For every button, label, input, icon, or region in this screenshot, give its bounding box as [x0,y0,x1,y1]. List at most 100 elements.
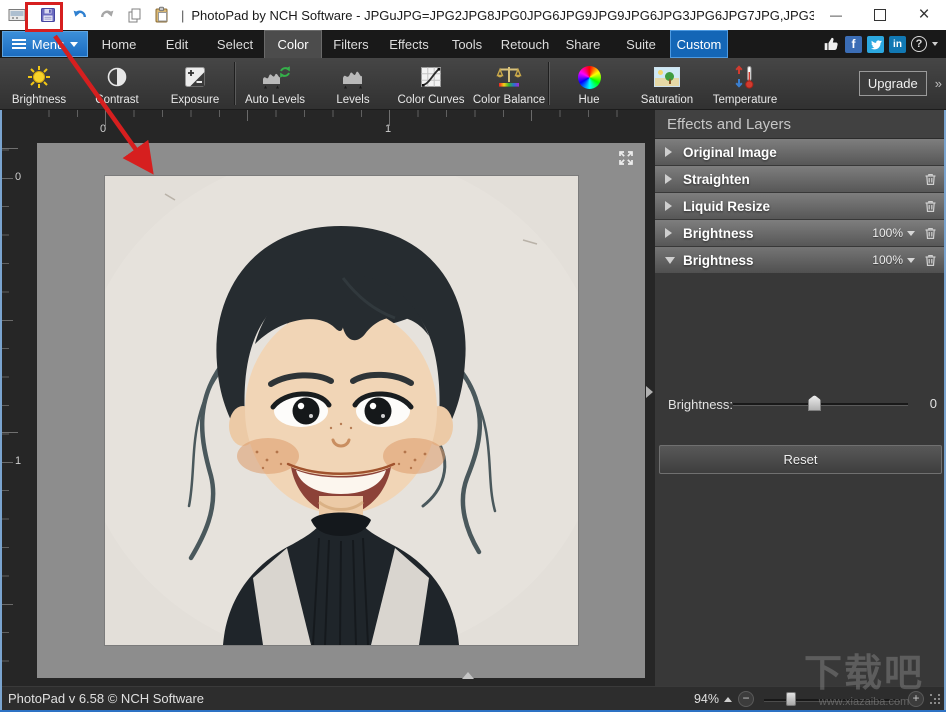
chevron-right-icon[interactable] [665,174,672,184]
chevron-down-icon[interactable] [907,231,915,236]
undo-icon[interactable] [69,4,91,26]
trash-icon[interactable] [923,253,938,268]
trash-icon[interactable] [923,172,938,187]
redo-icon[interactable] [96,4,118,26]
help-icon[interactable] [911,36,927,52]
tab-color[interactable]: Color [264,30,322,58]
auto-levels-tool[interactable]: Auto Levels [236,58,314,109]
layer-opacity-value[interactable]: 100% [872,226,903,240]
help-chevron-icon[interactable] [932,42,938,46]
contrast-tool[interactable]: Contrast [78,58,156,109]
maximize-button[interactable] [858,0,902,30]
zoom-level[interactable]: 94% [683,692,719,706]
brightness-slider-label: Brightness: [668,397,733,412]
temperature-tool[interactable]: Temperature [706,58,784,109]
titlebar: PhotoPad by NCH Software - JPGuJPG=JPG2J… [0,0,946,30]
tab-retouch[interactable]: Retouch [496,30,554,58]
copy-icon[interactable] [123,4,145,26]
saturation-tool[interactable]: Saturation [628,58,706,109]
zoom-in-button[interactable] [908,691,924,707]
layer-label: Liquid Resize [683,199,923,214]
fit-to-screen-icon[interactable] [617,149,635,167]
chevron-right-icon[interactable] [665,201,672,211]
saturation-icon [654,63,680,91]
tab-suite[interactable]: Suite [612,30,670,58]
layer-row-liquid-resize[interactable]: Liquid Resize [655,193,946,219]
menu-button[interactable]: Menu [2,31,88,57]
levels-icon [339,63,367,91]
tab-tools[interactable]: Tools [438,30,496,58]
ruler-horizontal: 0 1 [28,110,645,140]
brightness-tool[interactable]: Brightness [0,58,78,109]
app-icon [6,4,28,26]
trash-icon[interactable] [923,199,938,214]
window-title: PhotoPad by NCH Software - JPGuJPG=JPG2J… [191,8,814,23]
tab-home[interactable]: Home [90,30,148,58]
tab-select[interactable]: Select [206,30,264,58]
layer-label: Original Image [683,145,938,160]
zoom-slider-track[interactable] [764,699,900,701]
effects-layers-panel: Effects and Layers Original Image Straig… [655,110,946,686]
tab-effects[interactable]: Effects [380,30,438,58]
tab-strip: Home Edit Select Color Filters Effects T… [90,30,728,58]
exposure-tool[interactable]: Exposure [156,58,234,109]
paste-icon[interactable] [150,4,172,26]
layer-row-straighten[interactable]: Straighten [655,166,946,192]
photo-canvas-image[interactable] [105,176,578,645]
levels-tool[interactable]: Levels [314,58,392,109]
facebook-icon[interactable] [845,36,862,53]
titlebar-separator [181,8,184,23]
statusbar: PhotoPad v 6.58 © NCH Software 94% [0,686,946,710]
hue-wheel-icon [578,63,601,91]
layer-label: Brightness [683,226,872,241]
save-icon[interactable] [37,4,59,26]
minimize-button[interactable] [814,0,858,30]
layer-row-original-image[interactable]: Original Image [655,139,946,165]
toolbar-overflow-icon[interactable] [935,76,942,91]
ruler-tick-label: 1 [15,455,21,467]
zoom-out-button[interactable] [738,691,754,707]
tool-label: Levels [336,94,369,106]
color-balance-tool[interactable]: Color Balance [470,58,548,109]
ruler-vertical: 0 1 [2,140,28,686]
hue-tool[interactable]: Hue [550,58,628,109]
chevron-down-icon [70,42,78,47]
color-curves-tool[interactable]: Color Curves [392,58,470,109]
tab-share[interactable]: Share [554,30,612,58]
zoom-menu-caret-icon[interactable] [724,697,732,702]
panel-collapse-arrow[interactable] [646,386,653,398]
reset-button[interactable]: Reset [659,445,942,474]
hamburger-icon [12,39,26,49]
like-icon[interactable] [823,36,840,53]
menubar: Menu Home Edit Select Color Filters Effe… [0,30,946,58]
chevron-down-icon[interactable] [665,257,675,264]
chevron-right-icon[interactable] [665,147,672,157]
layer-opacity-value[interactable]: 100% [872,253,903,267]
layer-row-brightness-2[interactable]: Brightness 100% [655,247,946,273]
color-curves-icon [419,63,443,91]
layer-row-brightness-1[interactable]: Brightness 100% [655,220,946,246]
zoom-slider-handle[interactable] [786,692,796,706]
editor-workarea [37,143,645,678]
upgrade-button[interactable]: Upgrade [859,71,927,96]
panel-header: Effects and Layers [655,110,946,139]
exposure-icon [183,63,207,91]
temperature-icon [733,63,757,91]
chevron-down-icon[interactable] [907,258,915,263]
chevron-right-icon[interactable] [665,228,672,238]
tool-label: Color Balance [473,94,545,106]
brightness-slider-handle[interactable] [808,395,821,411]
sun-icon [26,63,52,91]
close-button[interactable] [902,0,946,30]
resize-grip[interactable] [930,694,942,706]
collapse-bottom-arrow[interactable] [462,672,474,679]
trash-icon[interactable] [923,226,938,241]
twitter-icon[interactable] [867,36,884,53]
tool-label: Brightness [12,94,66,106]
tab-edit[interactable]: Edit [148,30,206,58]
tab-custom[interactable]: Custom [670,30,728,58]
linkedin-icon[interactable] [889,36,906,53]
tab-filters[interactable]: Filters [322,30,380,58]
menu-button-label: Menu [32,37,65,52]
tool-label: Contrast [95,94,138,106]
